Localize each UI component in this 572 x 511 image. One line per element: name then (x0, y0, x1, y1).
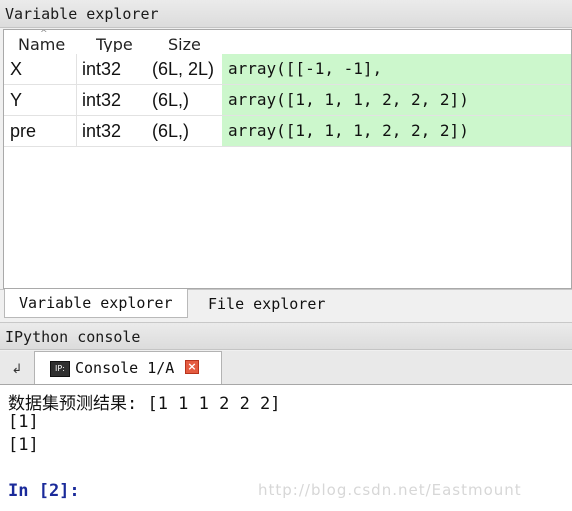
variable-explorer-title: Variable explorer (0, 0, 572, 28)
variable-type: int32 (82, 121, 122, 141)
console-tab-bar: ↲ IP: Console 1/A × (0, 351, 572, 385)
variable-size: (6L,) (152, 121, 190, 141)
variable-name: pre (10, 116, 77, 146)
sort-indicator-icon: ^ (40, 29, 48, 39)
output-line: 数据集预测结果: [1 1 1 2 2 2] (8, 394, 281, 414)
variable-value[interactable]: array([1, 1, 1, 2, 2, 2]) (222, 116, 571, 146)
table-header: Name ^ Type Size (4, 30, 571, 54)
explorer-tab-bar: Variable explorer File explorer (0, 289, 572, 320)
variable-table: Name ^ Type Size X int32 (6L, 2L) array(… (3, 29, 572, 289)
console-tab-label: Console 1/A (75, 359, 175, 377)
console-output[interactable]: 数据集预测结果: [1 1 1 2 2 2] [1] [1] In [2]: h… (0, 385, 572, 511)
variable-value[interactable]: array([1, 1, 1, 2, 2, 2]) (222, 85, 571, 115)
variable-size: (6L,) (152, 90, 190, 110)
output-line: [1] (8, 435, 39, 455)
output-line: [1] (8, 412, 39, 432)
variable-name: X (10, 54, 77, 84)
input-prompt: In [2]: (8, 481, 80, 501)
table-row[interactable]: X int32 (6L, 2L) array([[-1, -1], (4, 54, 571, 85)
close-tab-icon[interactable]: × (185, 360, 199, 374)
watermark: http://blog.csdn.net/Eastmount (258, 481, 522, 499)
tab-console-1a[interactable]: IP: Console 1/A × (34, 351, 222, 384)
variable-type: int32 (82, 90, 122, 110)
tab-variable-explorer[interactable]: Variable explorer (4, 289, 188, 318)
variable-name: Y (10, 85, 77, 115)
tab-file-explorer[interactable]: File explorer (194, 290, 339, 318)
variable-type: int32 (82, 59, 122, 79)
column-header-type[interactable]: Type (96, 34, 133, 52)
column-header-size[interactable]: Size (168, 34, 201, 52)
variable-value[interactable]: array([[-1, -1], (222, 54, 571, 84)
ipython-icon: IP: (50, 361, 70, 377)
options-menu-icon[interactable]: ↲ (6, 359, 28, 381)
variable-size: (6L, 2L) (152, 59, 215, 79)
table-row[interactable]: pre int32 (6L,) array([1, 1, 1, 2, 2, 2]… (4, 116, 571, 147)
ipython-console-title: IPython console (0, 322, 572, 350)
table-row[interactable]: Y int32 (6L,) array([1, 1, 1, 2, 2, 2]) (4, 85, 571, 116)
